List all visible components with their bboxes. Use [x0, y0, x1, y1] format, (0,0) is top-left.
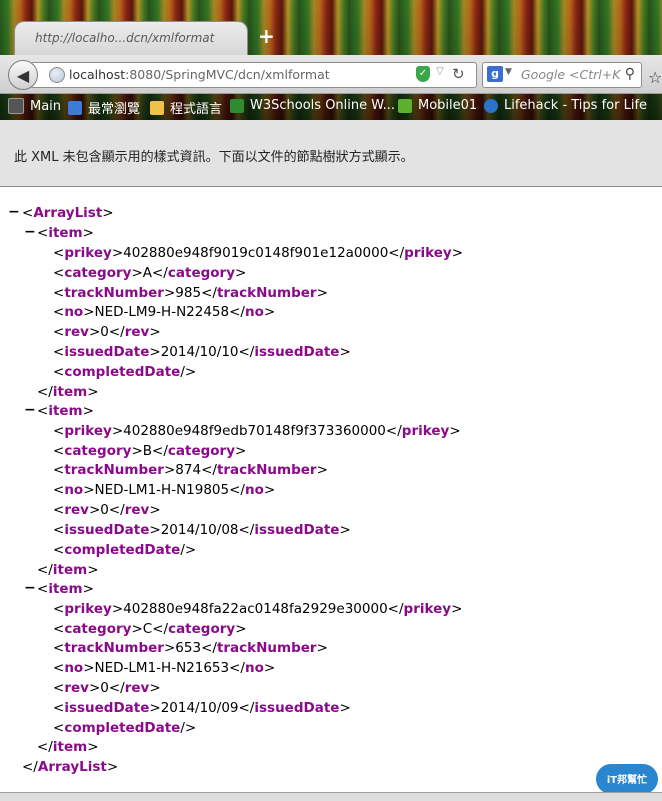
mobile01-icon: [398, 98, 412, 113]
xml-node: <issuedDate>2014/10/10</issuedDate>: [53, 344, 351, 360]
bookmark-main[interactable]: Main: [8, 98, 61, 114]
xml-item-open: <item>: [37, 581, 94, 597]
xml-node: <completedDate/>: [53, 364, 197, 380]
xml-info-bar: 此 XML 未包含顯示用的樣式資訊。下面以文件的節點樹狀方式顯示。: [0, 120, 662, 187]
url-bar[interactable]: localhost:8080/SpringMVC/dcn/xmlformat ✓…: [30, 62, 477, 88]
bookmark-folder-icon: [8, 98, 24, 114]
bookmark-programming[interactable]: 程式語言: [150, 98, 222, 117]
collapse-toggle[interactable]: −: [24, 402, 36, 418]
xml-root-close: </ArrayList>: [22, 759, 119, 775]
magnifier-icon: [68, 100, 82, 115]
w3schools-icon: [230, 98, 244, 113]
xml-node: <issuedDate>2014/10/08</issuedDate>: [53, 522, 351, 538]
xml-node: <issuedDate>2014/10/09</issuedDate>: [53, 700, 351, 716]
new-tab-button[interactable]: +: [258, 24, 275, 48]
url-dropdown-icon[interactable]: ▽: [436, 66, 444, 77]
reload-icon[interactable]: ↻: [452, 65, 465, 83]
xml-node: <no>NED-LM1-H-N21653</no>: [53, 660, 276, 676]
collapse-toggle[interactable]: −: [8, 204, 20, 220]
xml-node: <rev>0</rev>: [53, 324, 161, 340]
collapse-toggle[interactable]: −: [24, 580, 36, 596]
ithome-logo: iT邦幫忙: [596, 764, 658, 794]
browser-tab[interactable]: http://localho...dcn/xmlformat: [14, 21, 248, 55]
xml-node: <rev>0</rev>: [53, 680, 161, 696]
engine-dropdown-icon[interactable]: ▼: [505, 67, 512, 77]
back-button[interactable]: ◀: [8, 60, 38, 90]
xml-node: <prikey>402880e948f9edb70148f9f373360000…: [53, 423, 461, 439]
bookmark-w3schools[interactable]: W3Schools Online W...: [230, 98, 395, 113]
lifehack-icon: [484, 98, 498, 113]
info-message: 此 XML 未包含顯示用的樣式資訊。下面以文件的節點樹狀方式顯示。: [14, 150, 414, 165]
xml-node: <category>B</category>: [53, 443, 247, 459]
xml-node: <rev>0</rev>: [53, 502, 161, 518]
bookmark-most-visited[interactable]: 最常瀏覽: [68, 98, 140, 117]
xml-node: <trackNumber>874</trackNumber>: [53, 462, 328, 478]
xml-item-close: </item>: [37, 562, 99, 578]
xml-tree: − <ArrayList> − <item> <prikey>402880e94…: [0, 188, 662, 792]
xml-item-close: </item>: [37, 739, 99, 755]
google-icon[interactable]: g: [487, 66, 503, 82]
xml-node: <completedDate/>: [53, 720, 197, 736]
xml-item-close: </item>: [37, 384, 99, 400]
url-text: localhost:8080/SpringMVC/dcn/xmlformat: [69, 67, 330, 82]
xml-node: <no>NED-LM1-H-N19805</no>: [53, 482, 276, 498]
bookmarks-bar: Main 最常瀏覽 程式語言 W3Schools Online W... Mob…: [0, 94, 662, 120]
xml-node: <completedDate/>: [53, 542, 197, 558]
xml-node: <category>C</category>: [53, 621, 247, 637]
globe-icon: [49, 67, 65, 83]
search-icon[interactable]: ⚲: [625, 66, 635, 82]
tab-title: http://localho...dcn/xmlformat: [35, 31, 215, 45]
xml-node: <category>A</category>: [53, 265, 247, 281]
folder-icon: [150, 100, 164, 115]
xml-item-open: <item>: [37, 225, 94, 241]
xml-node: <trackNumber>653</trackNumber>: [53, 640, 328, 656]
search-input[interactable]: Google <Ctrl+K: [521, 67, 620, 82]
xml-node: <prikey>402880e948fa22ac0148fa2929e30000…: [53, 601, 463, 617]
back-arrow-icon: ◀: [16, 65, 30, 85]
star-icon[interactable]: ☆: [648, 68, 662, 87]
collapse-toggle[interactable]: −: [24, 224, 36, 240]
xml-node: <no>NED-LM9-H-N22458</no>: [53, 304, 276, 320]
xml-root-open: <ArrayList>: [22, 205, 114, 221]
xml-node: <prikey>402880e948f9019c0148f901e12a0000…: [53, 245, 464, 261]
xml-node: <trackNumber>985</trackNumber>: [53, 285, 328, 301]
bookmark-lifehack[interactable]: Lifehack - Tips for Life: [484, 98, 647, 113]
shield-icon[interactable]: ✓: [416, 66, 430, 82]
navigation-bar: localhost:8080/SpringMVC/dcn/xmlformat ✓…: [0, 55, 662, 94]
search-bar[interactable]: g ▼ Google <Ctrl+K ⚲: [482, 62, 642, 88]
bookmark-mobile01[interactable]: Mobile01: [398, 98, 477, 113]
xml-item-open: <item>: [37, 403, 94, 419]
